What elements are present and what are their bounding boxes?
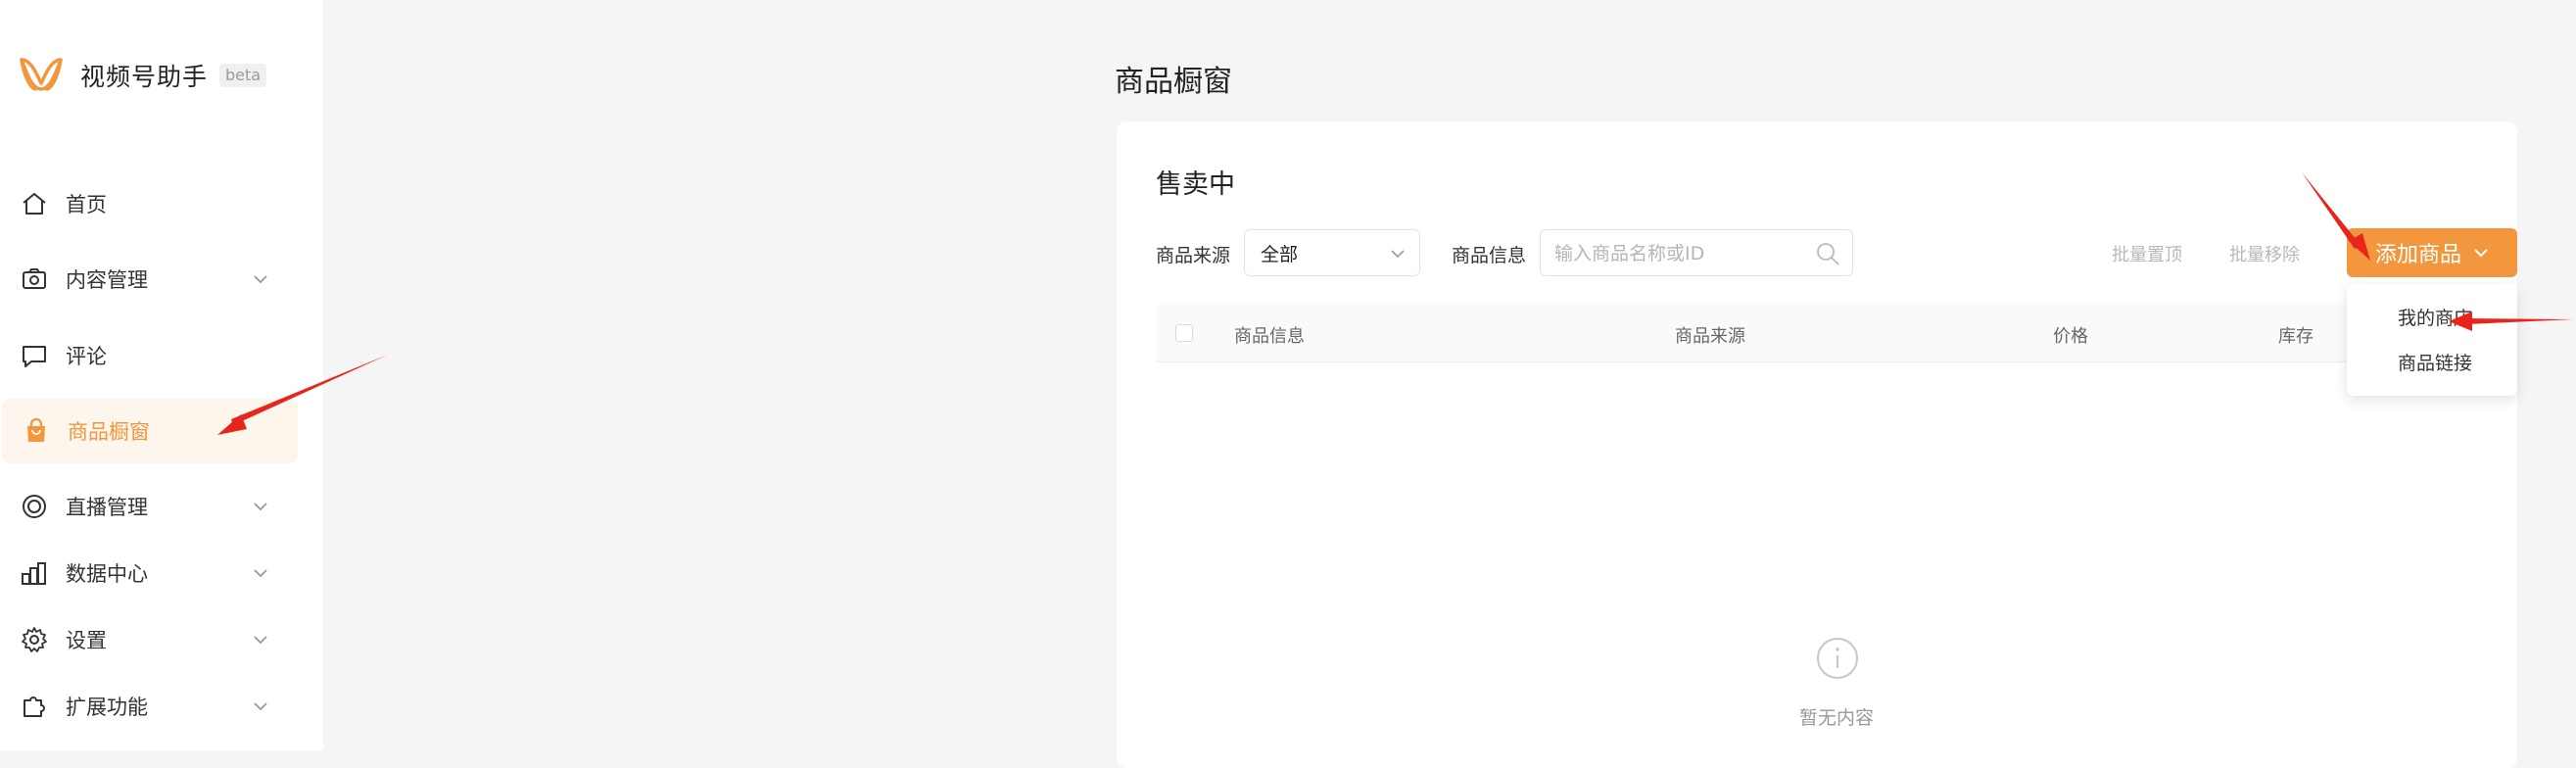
add-product-button[interactable]: 添加商品 xyxy=(2347,228,2517,277)
sidebar-item-comments[interactable]: 评论 xyxy=(0,323,296,388)
add-product-dropdown: 我的商店 商品链接 xyxy=(2347,284,2517,396)
sidebar-item-content[interactable]: 内容管理 xyxy=(0,247,296,312)
shopping-bag-icon xyxy=(22,416,51,446)
table-header: 商品信息 商品来源 价格 库存 xyxy=(1156,305,2361,362)
sidebar-item-home[interactable]: 首页 xyxy=(0,171,296,236)
sidebar-item-settings[interactable]: 设置 xyxy=(0,607,296,672)
product-card: 售卖中 商品来源 全部 商品信息 批量置顶 批量移除 添加商品 商品信息 商品来… xyxy=(1117,121,2517,768)
sidebar-item-data-center[interactable]: 数据中心 xyxy=(0,541,296,605)
chevron-down-icon xyxy=(1391,250,1405,259)
source-select-value: 全部 xyxy=(1261,243,1299,265)
page-title: 商品橱窗 xyxy=(1115,65,1232,99)
source-select[interactable]: 全部 xyxy=(1244,229,1420,276)
search-icon[interactable] xyxy=(1815,241,1840,266)
batch-top-button[interactable]: 批量置顶 xyxy=(2112,241,2182,266)
chart-icon xyxy=(20,558,49,588)
sidebar-item-label: 直播管理 xyxy=(66,496,148,519)
select-all-checkbox[interactable] xyxy=(1175,324,1193,342)
search-box xyxy=(1540,229,1853,276)
info-filter-label: 商品信息 xyxy=(1452,245,1527,266)
sidebar-item-label: 评论 xyxy=(66,345,107,368)
sidebar-item-live[interactable]: 直播管理 xyxy=(0,474,296,539)
column-header: 价格 xyxy=(2053,326,2088,347)
sidebar-item-label: 商品橱窗 xyxy=(68,420,150,444)
sidebar-item-label: 数据中心 xyxy=(66,562,148,586)
search-input[interactable] xyxy=(1552,238,1801,269)
chevron-down-icon xyxy=(254,569,267,578)
sidebar-item-extensions[interactable]: 扩展功能 xyxy=(0,674,296,739)
empty-state-text: 暂无内容 xyxy=(1799,707,1875,729)
puzzle-icon xyxy=(20,692,49,721)
sidebar-item-product-window[interactable]: 商品橱窗 xyxy=(2,399,298,463)
add-product-label: 添加商品 xyxy=(2375,243,2462,267)
sidebar-item-label: 首页 xyxy=(66,193,107,216)
channels-logo-icon xyxy=(20,58,63,91)
comment-icon xyxy=(20,341,49,370)
chevron-down-icon xyxy=(254,275,267,284)
dropdown-item-product-link[interactable]: 商品链接 xyxy=(2398,349,2472,375)
sidebar-item-label: 设置 xyxy=(66,629,107,652)
camera-icon xyxy=(20,264,49,294)
brand[interactable]: 视频号助手 beta xyxy=(18,51,267,100)
batch-remove-button[interactable]: 批量移除 xyxy=(2229,241,2300,266)
section-title: 售卖中 xyxy=(1156,169,1235,200)
column-header: 商品来源 xyxy=(1675,326,1745,347)
chevron-down-icon xyxy=(2474,249,2488,258)
gear-icon xyxy=(20,625,49,654)
sidebar-item-label: 扩展功能 xyxy=(66,696,148,719)
chevron-down-icon xyxy=(254,702,267,711)
brand-name: 视频号助手 xyxy=(80,63,209,91)
column-header: 库存 xyxy=(2278,326,2314,347)
live-icon xyxy=(20,492,49,521)
home-icon xyxy=(20,189,49,218)
beta-badge: beta xyxy=(219,64,267,87)
chevron-down-icon xyxy=(254,503,267,511)
sidebar: 视频号助手 beta 首页 内容管理 评论 商品橱窗 直播管理 数据中心 设置 … xyxy=(0,0,323,750)
chevron-down-icon xyxy=(254,636,267,645)
info-icon xyxy=(1817,638,1858,679)
source-filter-label: 商品来源 xyxy=(1156,245,1231,266)
sidebar-item-label: 内容管理 xyxy=(66,268,148,292)
column-header: 商品信息 xyxy=(1234,326,1305,347)
dropdown-item-my-shop[interactable]: 我的商店 xyxy=(2398,304,2472,330)
